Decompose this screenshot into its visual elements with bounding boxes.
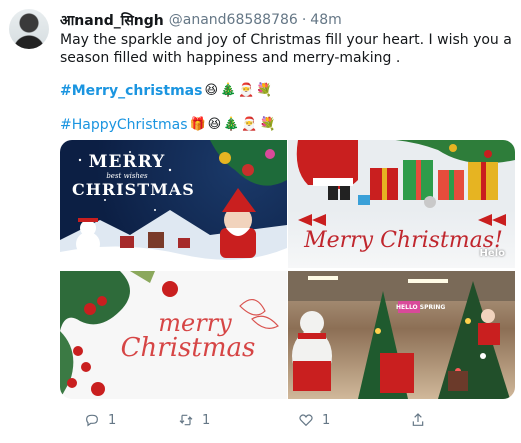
- helo-watermark: Helo: [479, 248, 505, 259]
- separator-dot: ·: [301, 12, 307, 28]
- tweet[interactable]: आnand_सिngh @anand68588786 · 48m May the…: [0, 0, 521, 443]
- retweet-button[interactable]: 1: [178, 412, 210, 428]
- heart-icon: [299, 414, 313, 427]
- image-3-caption-christmas: Christmas: [120, 333, 256, 363]
- tree-emoji: 🎄: [220, 83, 237, 98]
- grin-emoji: 😆: [204, 83, 219, 98]
- image-1-caption-sub: best wishes: [106, 172, 148, 180]
- tweet-header: आnand_सिngh @anand68588786 · 48m: [60, 10, 342, 30]
- tree-emoji: 🎄: [223, 117, 240, 132]
- image-1-caption-christmas: CHRISTMAS: [72, 180, 195, 199]
- bouquet-emoji: 💐: [256, 83, 273, 98]
- retweet-count: 1: [202, 412, 211, 428]
- avatar[interactable]: [9, 9, 49, 49]
- display-name[interactable]: आnand_सिngh: [60, 11, 164, 30]
- image-1-caption: MERRY best wishes CHRISTMAS: [72, 152, 195, 199]
- christmas-image-2[interactable]: Merry Christmas! Helo: [288, 140, 515, 268]
- user-handle[interactable]: @anand68588786: [169, 12, 298, 28]
- share-icon: [412, 413, 424, 426]
- reply-button[interactable]: 1: [84, 412, 116, 428]
- image-1-caption-merry: MERRY: [88, 152, 166, 172]
- hashtag-happy-christmas[interactable]: #HappyChristmas: [60, 116, 187, 134]
- timestamp[interactable]: 48m: [310, 12, 341, 28]
- media-grid: MERRY best wishes CHRISTMAS Merry Christ…: [60, 140, 515, 399]
- tweet-actions: 1 1 1: [60, 412, 515, 432]
- tweet-text: May the sparkle and joy of Christmas fil…: [60, 32, 512, 66]
- reply-icon: [86, 414, 98, 427]
- hello-spring-sign: HELLO SPRING: [396, 304, 446, 311]
- christmas-image-1[interactable]: MERRY best wishes CHRISTMAS: [60, 140, 287, 268]
- gift-emoji: 🎁: [189, 117, 206, 132]
- hashtag-merry-christmas[interactable]: #Merry_christmas: [60, 82, 202, 100]
- christmas-image-4[interactable]: HELLO SPRING: [288, 271, 515, 399]
- santa-emoji: 🎅: [238, 83, 255, 98]
- bouquet-emoji: 💐: [259, 117, 276, 132]
- like-count: 1: [322, 412, 331, 428]
- grin-emoji: 😆: [207, 117, 222, 132]
- like-button[interactable]: 1: [298, 412, 330, 428]
- christmas-image-4-art: [288, 271, 515, 399]
- hashtag-line-2: #HappyChristmas 🎁 😆 🎄 🎅 💐: [60, 116, 276, 134]
- hashtag-line-1: #Merry_christmas 😆 🎄 🎅 💐: [60, 82, 273, 100]
- image-3-caption-merry: merry: [158, 309, 232, 337]
- share-button[interactable]: [410, 412, 426, 428]
- image-3-caption: merry Christmas: [115, 311, 275, 361]
- santa-emoji: 🎅: [241, 117, 258, 132]
- retweet-icon: [179, 414, 193, 426]
- christmas-image-3[interactable]: merry Christmas: [60, 271, 287, 399]
- reply-count: 1: [108, 412, 117, 428]
